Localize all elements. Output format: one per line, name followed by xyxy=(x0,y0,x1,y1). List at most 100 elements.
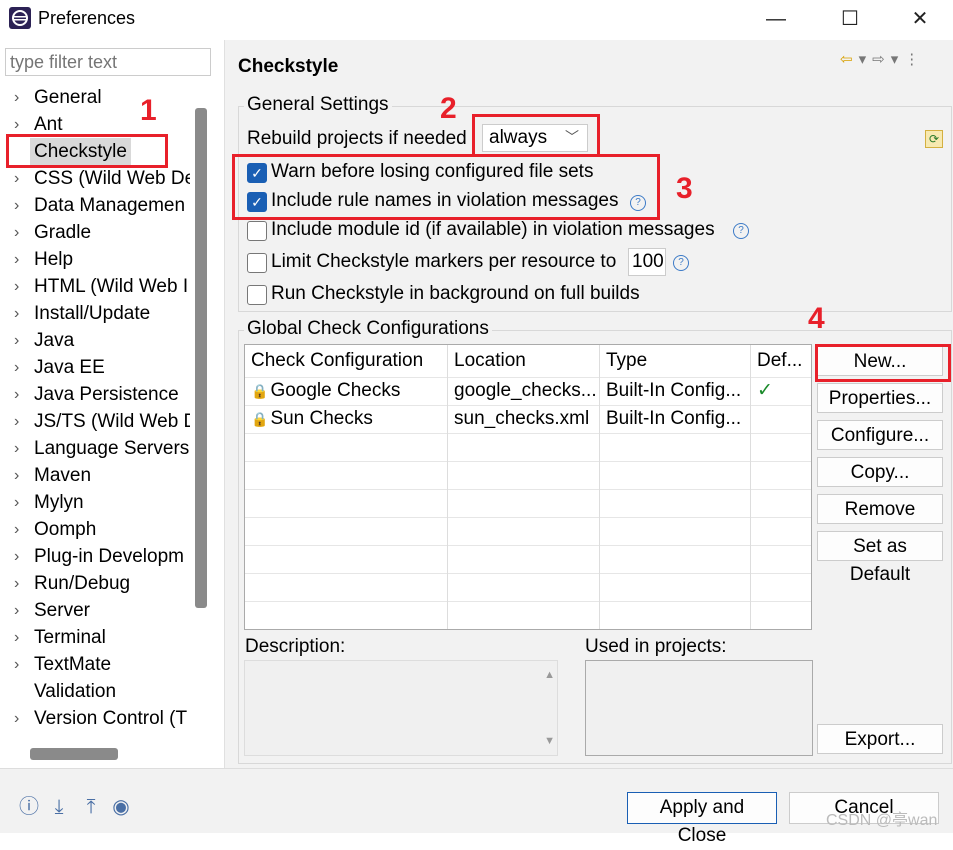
limit-input[interactable]: 100 xyxy=(628,248,666,276)
export-button[interactable]: Export... xyxy=(817,724,943,754)
copy-button[interactable]: Copy... xyxy=(817,457,943,487)
tree-item-label: Gradle xyxy=(34,222,92,243)
description-text-area[interactable]: ▲ ▼ xyxy=(244,660,558,756)
tree-item-validation[interactable]: Validation xyxy=(10,678,190,705)
chevron-right-icon[interactable]: › xyxy=(14,462,28,489)
configure-button[interactable]: Configure... xyxy=(817,420,943,450)
remove-button[interactable]: Remove xyxy=(817,494,943,524)
limit-label: Limit Checkstyle markers per resource to xyxy=(271,251,617,272)
tree-item-server[interactable]: › Server xyxy=(10,597,190,624)
global-config-label: Global Check Configurations xyxy=(244,318,492,340)
tree-item-js-ts-wild-web-d[interactable]: › JS/TS (Wild Web D xyxy=(10,408,190,435)
tree-item-java-persistence[interactable]: › Java Persistence xyxy=(10,381,190,408)
tree-item-data-managemen[interactable]: › Data Managemen xyxy=(10,192,190,219)
tree-item-terminal[interactable]: › Terminal xyxy=(10,624,190,651)
column-header-type[interactable]: Type xyxy=(600,345,751,377)
forward-menu-icon[interactable]: ▾ xyxy=(891,51,905,68)
chevron-right-icon[interactable]: › xyxy=(14,435,28,462)
limit-checkbox[interactable] xyxy=(247,253,267,273)
chevron-right-icon[interactable]: › xyxy=(14,273,28,300)
chevron-right-icon[interactable]: › xyxy=(14,381,28,408)
tree-item-web[interactable]: › Web xyxy=(10,732,190,736)
tree-item-version-control-t[interactable]: › Version Control (T xyxy=(10,705,190,732)
column-header-check-configuration[interactable]: Check Configuration xyxy=(245,345,448,377)
view-menu-icon[interactable]: ⋮ xyxy=(904,51,925,68)
tree-item-textmate[interactable]: › TextMate xyxy=(10,651,190,678)
chevron-right-icon[interactable]: › xyxy=(14,246,28,273)
chevron-right-icon[interactable]: › xyxy=(14,624,28,651)
tree-item-oomph[interactable]: › Oomph xyxy=(10,516,190,543)
set-default-button[interactable]: Set as Default xyxy=(817,531,943,585)
tree-horizontal-scrollbar[interactable] xyxy=(30,748,118,760)
refresh-icon[interactable]: ⟳ xyxy=(925,130,943,148)
annotation-box-4 xyxy=(815,344,951,382)
tree-item-install-update[interactable]: › Install/Update xyxy=(10,300,190,327)
tree-item-css-wild-web-de[interactable]: › CSS (Wild Web De xyxy=(10,165,190,192)
tree-item-gradle[interactable]: › Gradle xyxy=(10,219,190,246)
chevron-right-icon[interactable]: › xyxy=(14,516,28,543)
chevron-right-icon[interactable]: › xyxy=(14,570,28,597)
tree-item-label: Language Servers xyxy=(34,438,190,459)
chevron-right-icon[interactable]: › xyxy=(14,705,28,732)
tree-item-label: Terminal xyxy=(34,627,106,648)
annotation-number-2: 2 xyxy=(440,92,457,125)
help-icon[interactable]: ? xyxy=(673,255,689,271)
tree-item-language-servers[interactable]: › Language Servers xyxy=(10,435,190,462)
chevron-right-icon[interactable]: › xyxy=(14,489,28,516)
chevron-right-icon[interactable]: › xyxy=(14,354,28,381)
type-cell: Built-In Config... xyxy=(600,377,751,405)
annotation-box-2 xyxy=(472,114,600,157)
type-cell: Built-In Config... xyxy=(600,405,751,433)
filter-input[interactable] xyxy=(5,48,211,76)
chevron-right-icon[interactable]: › xyxy=(14,732,28,736)
tree-item-label: CSS (Wild Web De xyxy=(34,168,190,189)
forward-arrow-icon[interactable]: ⇨ xyxy=(872,51,891,68)
chevron-right-icon[interactable]: › xyxy=(14,543,28,570)
location-cell: sun_checks.xml xyxy=(448,405,600,433)
column-header-default[interactable]: Def... xyxy=(751,345,811,377)
tree-item-java-ee[interactable]: › Java EE xyxy=(10,354,190,381)
annotation-number-1: 1 xyxy=(140,94,157,127)
scroll-down-icon[interactable]: ▼ xyxy=(544,735,555,747)
tree-item-mylyn[interactable]: › Mylyn xyxy=(10,489,190,516)
help-icon[interactable]: ⓘ xyxy=(18,796,40,818)
chevron-right-icon[interactable]: › xyxy=(14,327,28,354)
chevron-right-icon[interactable]: › xyxy=(14,408,28,435)
back-menu-icon[interactable]: ▾ xyxy=(859,51,873,68)
annotation-box-3 xyxy=(232,154,660,220)
used-in-projects-list[interactable] xyxy=(585,660,813,756)
column-header-location[interactable]: Location xyxy=(448,345,600,377)
tree-item-plug-in-developm[interactable]: › Plug-in Developm xyxy=(10,543,190,570)
include-module-checkbox[interactable] xyxy=(247,221,267,241)
import-icon[interactable]: ⤓ xyxy=(48,796,70,818)
tree-item-help[interactable]: › Help xyxy=(10,246,190,273)
tree-item-maven[interactable]: › Maven xyxy=(10,462,190,489)
export-icon[interactable]: ⤒ xyxy=(80,796,102,818)
close-button[interactable]: ✕ xyxy=(900,4,940,34)
tree-item-html-wild-web-i[interactable]: › HTML (Wild Web I xyxy=(10,273,190,300)
minimize-button[interactable]: — xyxy=(756,4,796,34)
properties-button[interactable]: Properties... xyxy=(817,383,943,413)
scroll-up-icon[interactable]: ▲ xyxy=(544,669,555,681)
tree-item-run-debug[interactable]: › Run/Debug xyxy=(10,570,190,597)
back-arrow-icon[interactable]: ⇦ xyxy=(840,51,859,68)
background-checkbox[interactable] xyxy=(247,285,267,305)
tree-item-java[interactable]: › Java xyxy=(10,327,190,354)
chevron-right-icon[interactable]: › xyxy=(14,84,28,111)
tree-item-label: Install/Update xyxy=(34,303,151,324)
chevron-right-icon[interactable]: › xyxy=(14,651,28,678)
preference-tree: › General › Ant Checkstyle › CSS (Wild Web De ›… xyxy=(10,84,190,736)
chevron-right-icon[interactable]: › xyxy=(14,300,28,327)
apply-and-close-button[interactable]: Apply and Close xyxy=(627,792,777,846)
chevron-right-icon[interactable]: › xyxy=(14,165,28,192)
tree-item-general[interactable]: › General xyxy=(10,84,190,111)
tree-vertical-scrollbar[interactable] xyxy=(195,108,207,608)
record-icon[interactable]: ◉ xyxy=(110,796,132,818)
maximize-button[interactable]: ☐ xyxy=(830,4,870,34)
chevron-right-icon[interactable]: › xyxy=(14,192,28,219)
config-table: Check Configuration Location Type Def...… xyxy=(244,344,812,630)
chevron-right-icon[interactable]: › xyxy=(14,597,28,624)
chevron-right-icon[interactable]: › xyxy=(14,219,28,246)
help-icon[interactable]: ? xyxy=(733,223,749,239)
location-cell: google_checks... xyxy=(448,377,600,405)
